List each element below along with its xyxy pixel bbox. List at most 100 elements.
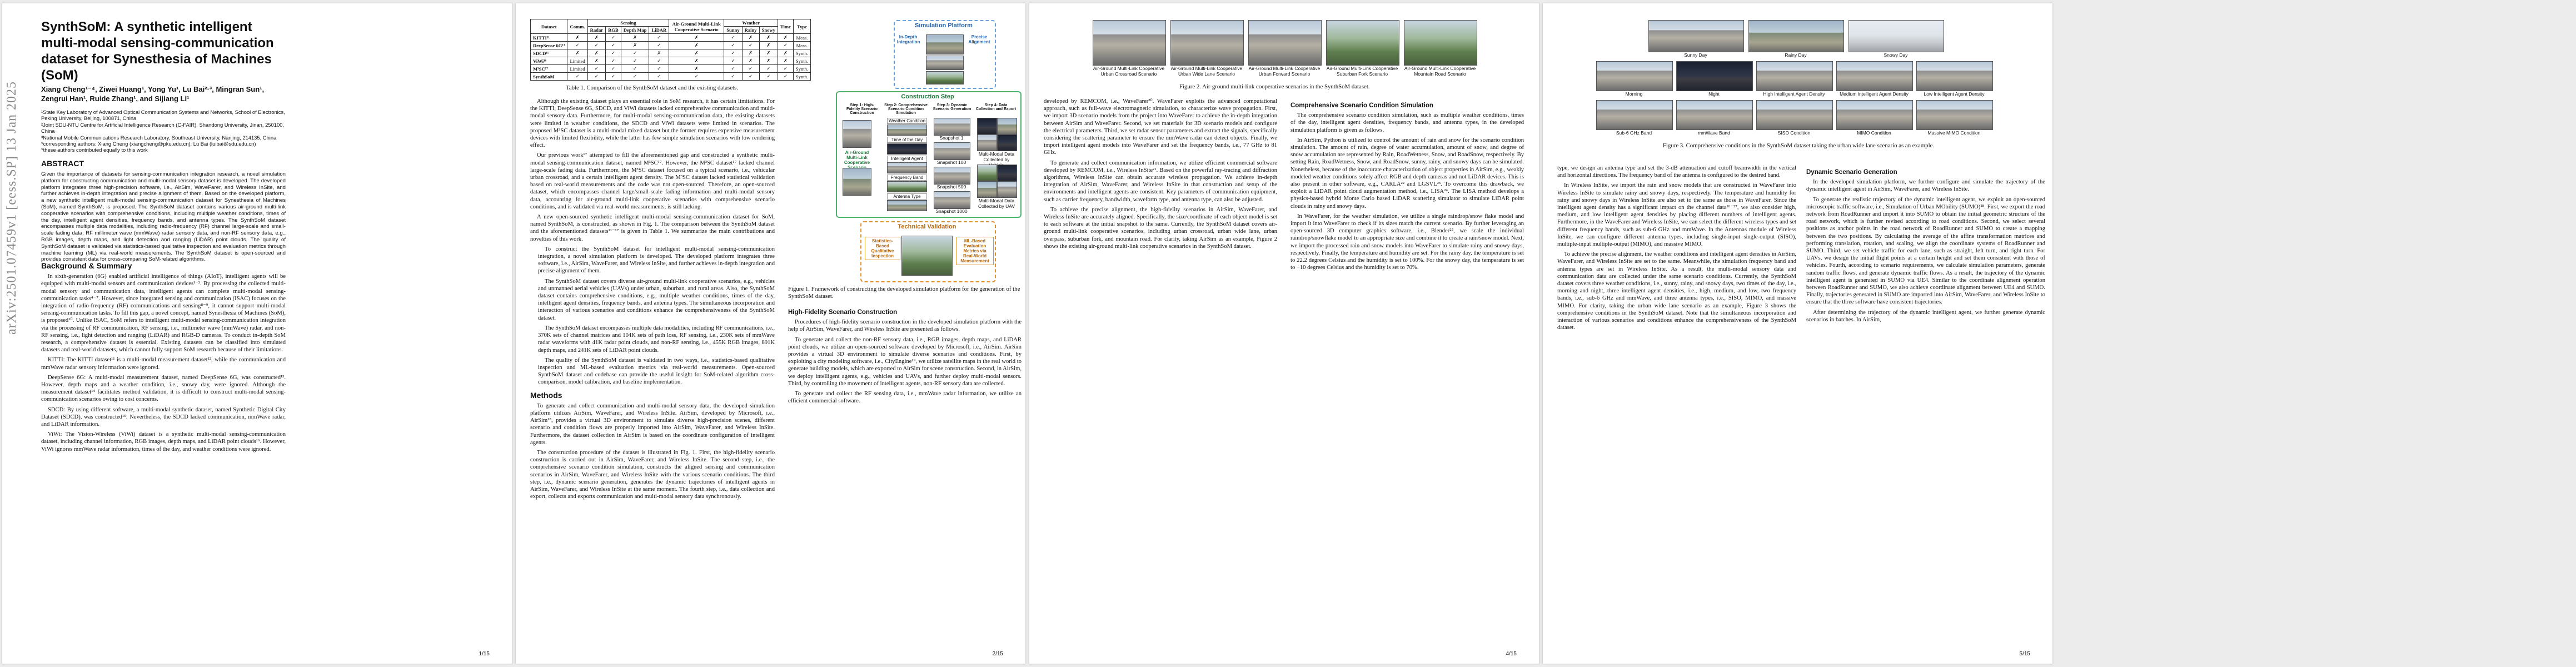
table-cell: ✗ (587, 49, 606, 57)
page-number: 2/15 (992, 651, 1003, 657)
condition-thumbnail (887, 200, 927, 211)
table-cell: ✗ (587, 33, 606, 42)
table-header: Radar (587, 26, 606, 34)
condition-label: Time of the Day (887, 137, 927, 143)
condition-caption: Rainy Day (1785, 52, 1807, 58)
table-cell: ✓ (587, 72, 606, 81)
body-column: Dynamic Scenario Generation In the devel… (1806, 165, 2045, 326)
table-header: Depth Map (620, 26, 650, 34)
table-cell: ✗ (741, 49, 760, 57)
paragraph: In AirSim, Python is utilized to control… (1291, 137, 1524, 210)
condition-caption: MIMO Condition (1857, 130, 1891, 136)
condition-thumbnail (887, 125, 927, 136)
paragraph: To generate and collect communication an… (530, 402, 775, 446)
condition-caption: SISO Condition (1777, 130, 1811, 136)
section-heading: Methods (530, 390, 562, 400)
paragraph: Procedures of high-fidelity scenario con… (788, 319, 1022, 333)
paragraph: In Wireless InSite, we import the rain a… (1557, 182, 1796, 248)
paragraph: A new open-sourced synthetic intelligent… (530, 214, 775, 242)
comparison-table: Dataset Comm. Sensing Air-Ground Multi-L… (530, 19, 811, 81)
author-list: Xiang Cheng¹⁻⁴, Ziwei Huang¹, Yong Yu¹, … (41, 85, 265, 103)
table-row: DeepSense 6G¹³ ✓ ✓ ✓ ✗ ✓ ✗ ✓ ✓ ✗ ✓ Meas. (530, 41, 811, 49)
table-header: RGB (605, 26, 621, 34)
scenario-thumbnail (843, 120, 871, 148)
condition-image (1596, 61, 1673, 91)
bullet-item: To construct the SynthSoM dataset for in… (538, 246, 775, 275)
table-cell: ✗ (741, 57, 760, 65)
condition-label: Antenna Type (887, 193, 927, 200)
table-cell: ✓ (724, 33, 743, 42)
table-cell: ✓ (724, 41, 743, 49)
condition-caption: mmWave Band (1698, 130, 1730, 136)
table-header: LiDAR (649, 26, 670, 34)
paragraph: To achieve the precise alignment, the hi… (1044, 206, 1277, 250)
page-number: 5/15 (2019, 651, 2030, 657)
table-header: Rainy (741, 26, 760, 34)
dataset-name-cell: DeepSense 6G¹³ (530, 41, 568, 49)
scenario-image (1326, 20, 1399, 66)
paper-title: SynthSoM: A synthetic intelligent multi-… (41, 19, 274, 83)
scenario-image (1093, 20, 1166, 66)
table-cell: ✓ (649, 64, 670, 73)
table-cell: ✓ (605, 33, 621, 42)
paragraph: developed by REMCOM, i.e., WaveFarer²⁰. … (1044, 98, 1277, 156)
data-label: Multi-Modal Data Collected by UAV (978, 198, 1015, 209)
table-cell: Limited (567, 64, 588, 73)
condition-label: Weather Condition (887, 118, 927, 124)
table-cell: ✗ (620, 41, 650, 49)
validation-plot (901, 236, 953, 276)
paragraph: type, we design an antenna type and set … (1557, 165, 1796, 179)
scenario-thumbnail (843, 168, 871, 196)
table-header: Comm. (567, 19, 588, 34)
platform-thumbnail (926, 56, 964, 70)
paragraph: To generate and collect communication in… (1044, 160, 1277, 203)
table-cell: ✓ (605, 64, 621, 73)
dataset-name-cell: KITTI¹¹ (530, 33, 568, 42)
body-column: type, we design an antenna type and set … (1557, 165, 1796, 334)
paragraph: In the developed simulation platform, we… (1806, 179, 2045, 193)
table-cell: ✓ (649, 72, 670, 81)
affiliation: *these authors contributed equally to th… (41, 147, 148, 153)
paragraph: To generate the realistic trajectory of … (1806, 196, 2045, 306)
dataset-name-cell: SDCD¹⁵ (530, 49, 568, 57)
snapshot-image (934, 142, 970, 160)
page-3: Air-Ground Multi-Link Cooperative Urban … (1029, 3, 1539, 664)
affiliations: ¹State Key Laboratory of Advanced Optica… (41, 109, 286, 153)
affiliation: ²Joint SDU-NTU Centre for Artificial Int… (41, 121, 284, 135)
table-row: SynthSoM ✓ ✓ ✓ ✓ ✓ ✓ ✓ ✓ ✓ ✓ Synth. (530, 72, 811, 81)
condition-label: Frequency Band (887, 175, 927, 181)
paragraph: SDCD: By using different software, a mul… (41, 406, 286, 428)
scenario-caption: Air-Ground Multi-Link Cooperative Urban … (1093, 66, 1165, 77)
section-heading: Background & Summary (41, 261, 132, 270)
table-header: Air-Ground Multi-Link Cooperative Scenar… (669, 19, 725, 34)
table-cell: ✓ (777, 72, 794, 81)
table-cell: ✗ (777, 57, 794, 65)
page-1: arXiv:2501.07459v1 [eess.SP] 13 Jan 2025… (2, 3, 512, 664)
data-thumbnail (977, 181, 997, 198)
condition-image (1756, 61, 1833, 91)
body-column: Although the existing dataset plays an e… (530, 98, 775, 503)
condition-image (1596, 100, 1673, 130)
diagram-title: Simulation Platform (915, 22, 973, 29)
table-group-header: Weather (724, 19, 778, 27)
table-cell: Meas. (793, 33, 811, 42)
paragraph: Our previous work¹⁷ attempted to fill th… (530, 152, 775, 210)
table-cell: ✓ (605, 41, 621, 49)
platform-thumbnail (926, 71, 964, 84)
table-cell: ✓ (620, 57, 650, 65)
condition-image (1676, 61, 1753, 91)
table-cell: Synth. (793, 72, 811, 81)
page-4: Sunny Day Rainy Day Snowy Day Morning Ni… (1543, 3, 2052, 664)
figure-caption: Figure 1. Framework of constructing the … (788, 286, 1020, 300)
condition-image (1648, 20, 1744, 52)
table-cell: ✓ (724, 57, 743, 65)
table-cell: ✓ (741, 41, 760, 49)
condition-thumbnail (887, 162, 927, 173)
snapshot-label: Snapshot 1000 (935, 208, 968, 214)
condition-caption: Night (1708, 91, 1720, 97)
figure-caption: Figure 3. Comprehensive conditions in th… (1662, 142, 1935, 149)
table-cell: ✓ (777, 64, 794, 73)
step-label: Step 1: High-Fidelity Scenario Construct… (846, 103, 878, 115)
platform-thumbnail (926, 34, 964, 54)
snapshot-label: Snapshot 500 (936, 184, 966, 190)
